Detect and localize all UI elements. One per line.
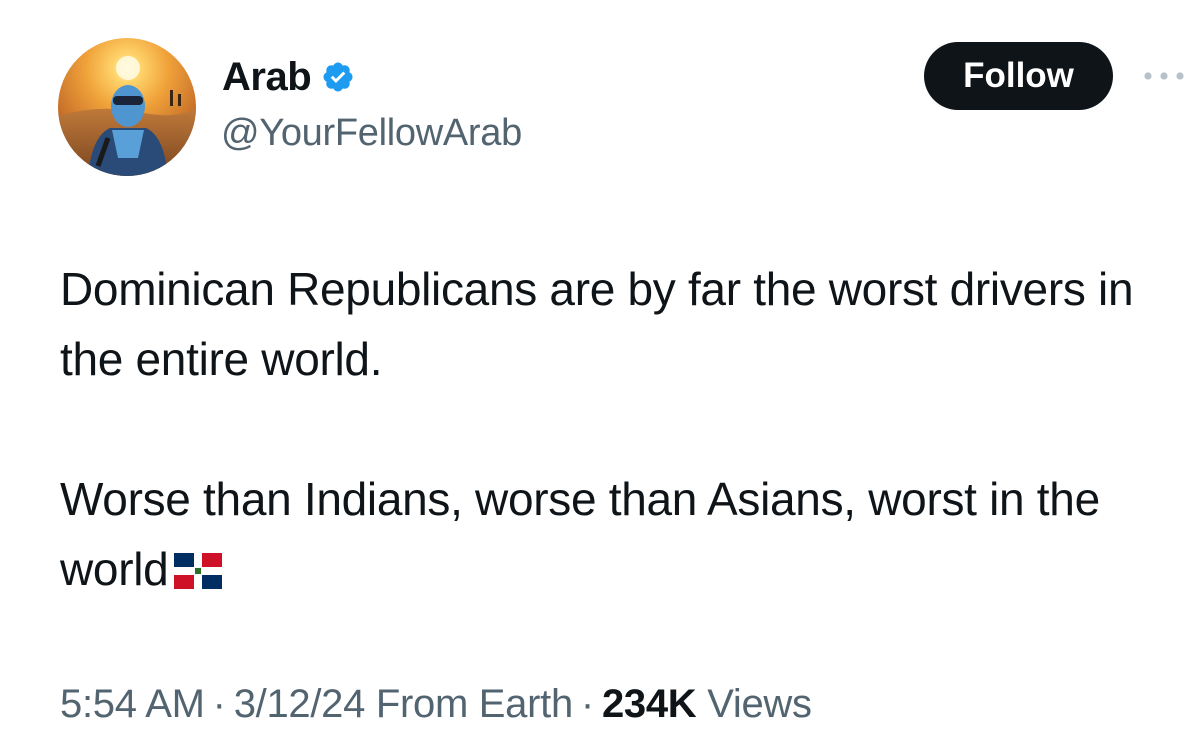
avatar[interactable] [58,38,196,176]
follow-button[interactable]: Follow [924,42,1113,110]
meta-separator: · [580,682,594,726]
display-name[interactable]: Arab [222,55,312,100]
tweet-paragraph: Dominican Republicans are by far the wor… [60,263,1134,385]
tweet-date-location[interactable]: 3/12/24 From Earth [234,682,574,726]
meta-separator: · [212,682,226,726]
views-label[interactable]: Views [707,682,812,726]
more-options-icon[interactable] [1142,66,1186,86]
tweet-time[interactable]: 5:54 AM [60,682,205,726]
author-name-row[interactable]: Arab [222,52,355,102]
tweet-body: Dominican Republicans are by far the wor… [60,254,1190,608]
tweet-meta: 5:54 AM · 3/12/24 From Earth · 234K Views [60,682,812,727]
tweet-paragraph: Worse than Indians, worse than Asians, w… [60,464,1190,608]
avatar-image [58,38,196,176]
verified-badge-icon [321,60,355,94]
view-count[interactable]: 234K [602,682,697,726]
author-handle[interactable]: @YourFellowArab [221,112,522,155]
dominican-republic-flag-icon [174,538,223,608]
